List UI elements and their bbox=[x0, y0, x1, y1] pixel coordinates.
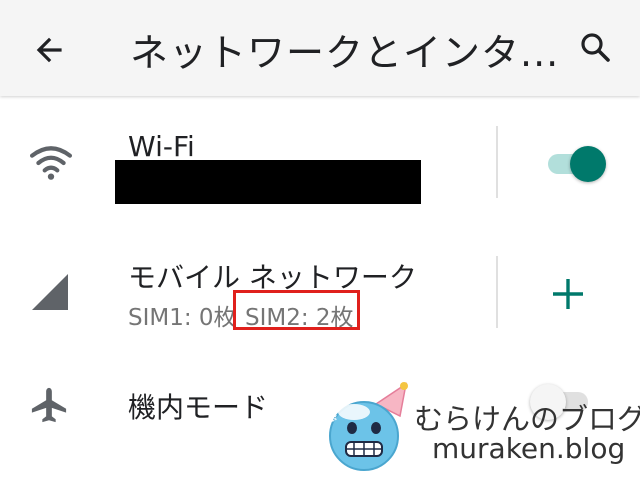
redacted-network-name bbox=[115, 160, 421, 204]
sim2-highlight-box bbox=[233, 290, 360, 330]
airplane-icon bbox=[31, 387, 67, 423]
divider bbox=[496, 256, 498, 328]
app-bar: ネットワークとインタ... bbox=[0, 0, 640, 96]
svg-text:❄: ❄ bbox=[328, 411, 338, 425]
toggle-thumb bbox=[570, 146, 606, 182]
divider bbox=[496, 126, 498, 198]
sim1-status: SIM1: 0枚 bbox=[128, 305, 237, 331]
svg-text:❄: ❄ bbox=[390, 457, 400, 471]
watermark-url: muraken.blog bbox=[432, 432, 626, 465]
wifi-toggle[interactable] bbox=[546, 146, 608, 182]
search-icon[interactable] bbox=[576, 28, 616, 68]
page-title: ネットワークとインタ... bbox=[130, 31, 560, 75]
add-icon[interactable] bbox=[550, 276, 586, 312]
airplane-mode-label: 機内モード bbox=[128, 391, 269, 424]
party-face-logo: ❄ ❄ bbox=[328, 382, 408, 471]
wifi-label: Wi-Fi bbox=[128, 130, 195, 163]
wifi-icon bbox=[30, 146, 72, 180]
cellular-signal-icon bbox=[32, 274, 68, 310]
arrow-back-icon[interactable] bbox=[30, 30, 70, 70]
